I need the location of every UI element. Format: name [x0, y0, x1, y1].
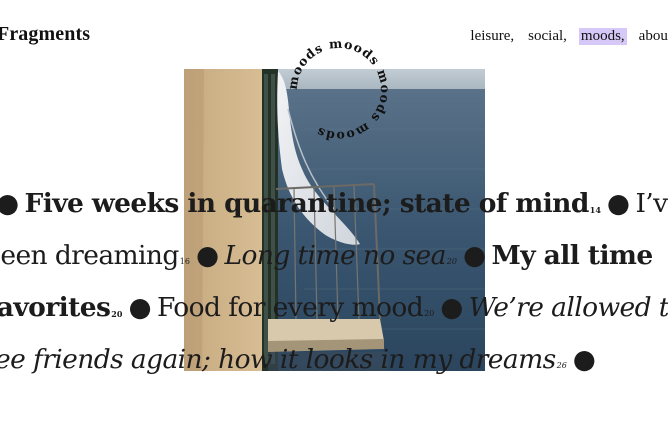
bullet: ● [440, 292, 463, 323]
article-count: 20 [424, 309, 435, 318]
article-title-part: favorites [0, 292, 111, 323]
article-title: Long time no sea [224, 240, 447, 271]
article-link[interactable]: Five weeks in quarantine; state of mind1… [25, 188, 601, 219]
nav-item-moods[interactable]: moods, [578, 28, 627, 45]
article-title-part: We’re allowed to [468, 292, 668, 323]
article-count: 26 [556, 361, 567, 370]
article-link[interactable]: Food for every mood20 [157, 292, 434, 323]
article-line: been dreaming16 ● Long time no sea20 ● My al… [0, 230, 668, 282]
article-link[interactable]: My all time [491, 240, 654, 271]
svg-text:moods moods moods moods: moods moods moods moods [285, 36, 393, 144]
bullet: ● [462, 240, 486, 271]
article-list: ● Five weeks in quarantine; state of mind… [0, 178, 668, 386]
nav-item-leisure[interactable]: leisure, [468, 28, 516, 45]
article-link[interactable]: I’ve [635, 188, 668, 219]
bullet: ● [606, 188, 630, 219]
moods-rotating-badge: moods moods moods moods [285, 36, 393, 144]
article-title-part: see friends again; how it looks in my dr… [0, 344, 556, 375]
article-link[interactable]: Long time no sea20 [225, 240, 457, 271]
article-title: Five weeks in quarantine; state of mind [24, 188, 590, 219]
site-logo-link[interactable]: Fragments [0, 23, 90, 46]
bullet: ● [0, 188, 19, 219]
article-line: see friends again; how it looks in my dr… [0, 334, 668, 386]
nav-item-about[interactable]: about [637, 28, 668, 45]
bullet: ● [128, 292, 151, 323]
nav-item-social[interactable]: social, [526, 28, 569, 45]
article-link[interactable]: been dreaming16 [0, 240, 190, 271]
article-title-part: I’ve [635, 188, 668, 219]
article-count: 14 [589, 205, 601, 215]
article-link[interactable]: We’re allowed to [469, 292, 668, 323]
article-link[interactable]: see friends again; how it looks in my dr… [0, 344, 567, 375]
ring-label: moods moods moods moods [285, 36, 392, 144]
article-line: ● Five weeks in quarantine; state of mind… [0, 178, 668, 230]
article-line: favorites20●Food for every mood20●We’re … [0, 282, 668, 334]
article-title: Food for every mood [156, 292, 424, 323]
bullet: ● [572, 344, 596, 375]
article-count: 16 [179, 257, 190, 266]
article-link[interactable]: favorites20 [0, 292, 122, 323]
article-title-part: been dreaming [0, 240, 179, 271]
main-nav: leisure, social, moods, about [458, 28, 668, 45]
article-count: 20 [111, 309, 123, 319]
article-count: 20 [446, 257, 457, 266]
bullet: ● [195, 240, 219, 271]
article-title-part: My all time [491, 240, 654, 271]
